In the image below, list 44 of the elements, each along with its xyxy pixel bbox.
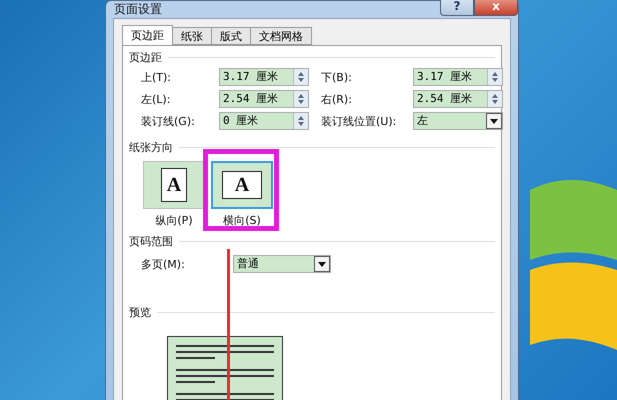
orientation-button[interactable]: A (211, 161, 273, 209)
spin-arrows-icon[interactable] (297, 71, 305, 83)
field-label: 左(L): (141, 92, 172, 106)
window-title: 页面设置 (114, 1, 163, 18)
dropdown-field[interactable]: 左 (413, 112, 503, 130)
orientation-button[interactable]: A (143, 161, 205, 209)
dropdown-field[interactable]: 普通 (233, 255, 331, 273)
spin-arrows-icon[interactable] (297, 93, 305, 105)
tab[interactable]: 文档网格 (250, 27, 312, 45)
field-label: 上(T): (141, 70, 172, 84)
dropdown-caret-icon (490, 118, 498, 124)
field-label: 下(B): (320, 70, 353, 84)
tab[interactable]: 页边距 (122, 25, 173, 45)
help-button[interactable]: ? (440, 0, 474, 16)
field-label: 装订线位置(U): (320, 114, 398, 128)
section-heading: 预览 (129, 305, 151, 320)
dropdown-caret-icon (318, 262, 326, 266)
spin-field[interactable]: 2.54 厘米 (219, 90, 309, 108)
spin-field[interactable]: 2.54 厘米 (413, 90, 503, 108)
section-heading: 纸张方向 (129, 140, 173, 155)
landscape-page-icon: A (222, 171, 262, 199)
field-value: 2.54 厘米 (416, 91, 474, 107)
spin-arrows-icon[interactable] (297, 115, 305, 127)
field-label: 多页(M): (141, 256, 186, 272)
field-value: 0 厘米 (222, 113, 260, 129)
tab[interactable]: 纸张 (172, 27, 212, 45)
field-label: 装订线(G): (141, 114, 196, 128)
section-heading: 页边距 (129, 50, 162, 65)
spin-field[interactable]: 0 厘米 (219, 112, 309, 130)
orientation-label: 横向(S) (223, 213, 261, 228)
section-heading: 页码范围 (129, 234, 173, 249)
field-value: 左 (416, 113, 429, 129)
orientation-label: 纵向(P) (155, 213, 193, 228)
spin-arrows-icon[interactable] (491, 71, 499, 83)
portrait-page-icon: A (161, 168, 187, 202)
field-value: 3.17 厘米 (222, 69, 280, 85)
spin-field[interactable]: 3.17 厘米 (219, 68, 309, 86)
field-label: 右(R): (320, 92, 353, 106)
field-value: 3.17 厘米 (416, 69, 474, 85)
field-value: 2.54 厘米 (222, 91, 280, 107)
spin-arrows-icon[interactable] (491, 93, 499, 105)
field-value: 普通 (236, 256, 260, 272)
tab[interactable]: 版式 (211, 27, 251, 45)
spin-field[interactable]: 3.17 厘米 (413, 68, 503, 86)
